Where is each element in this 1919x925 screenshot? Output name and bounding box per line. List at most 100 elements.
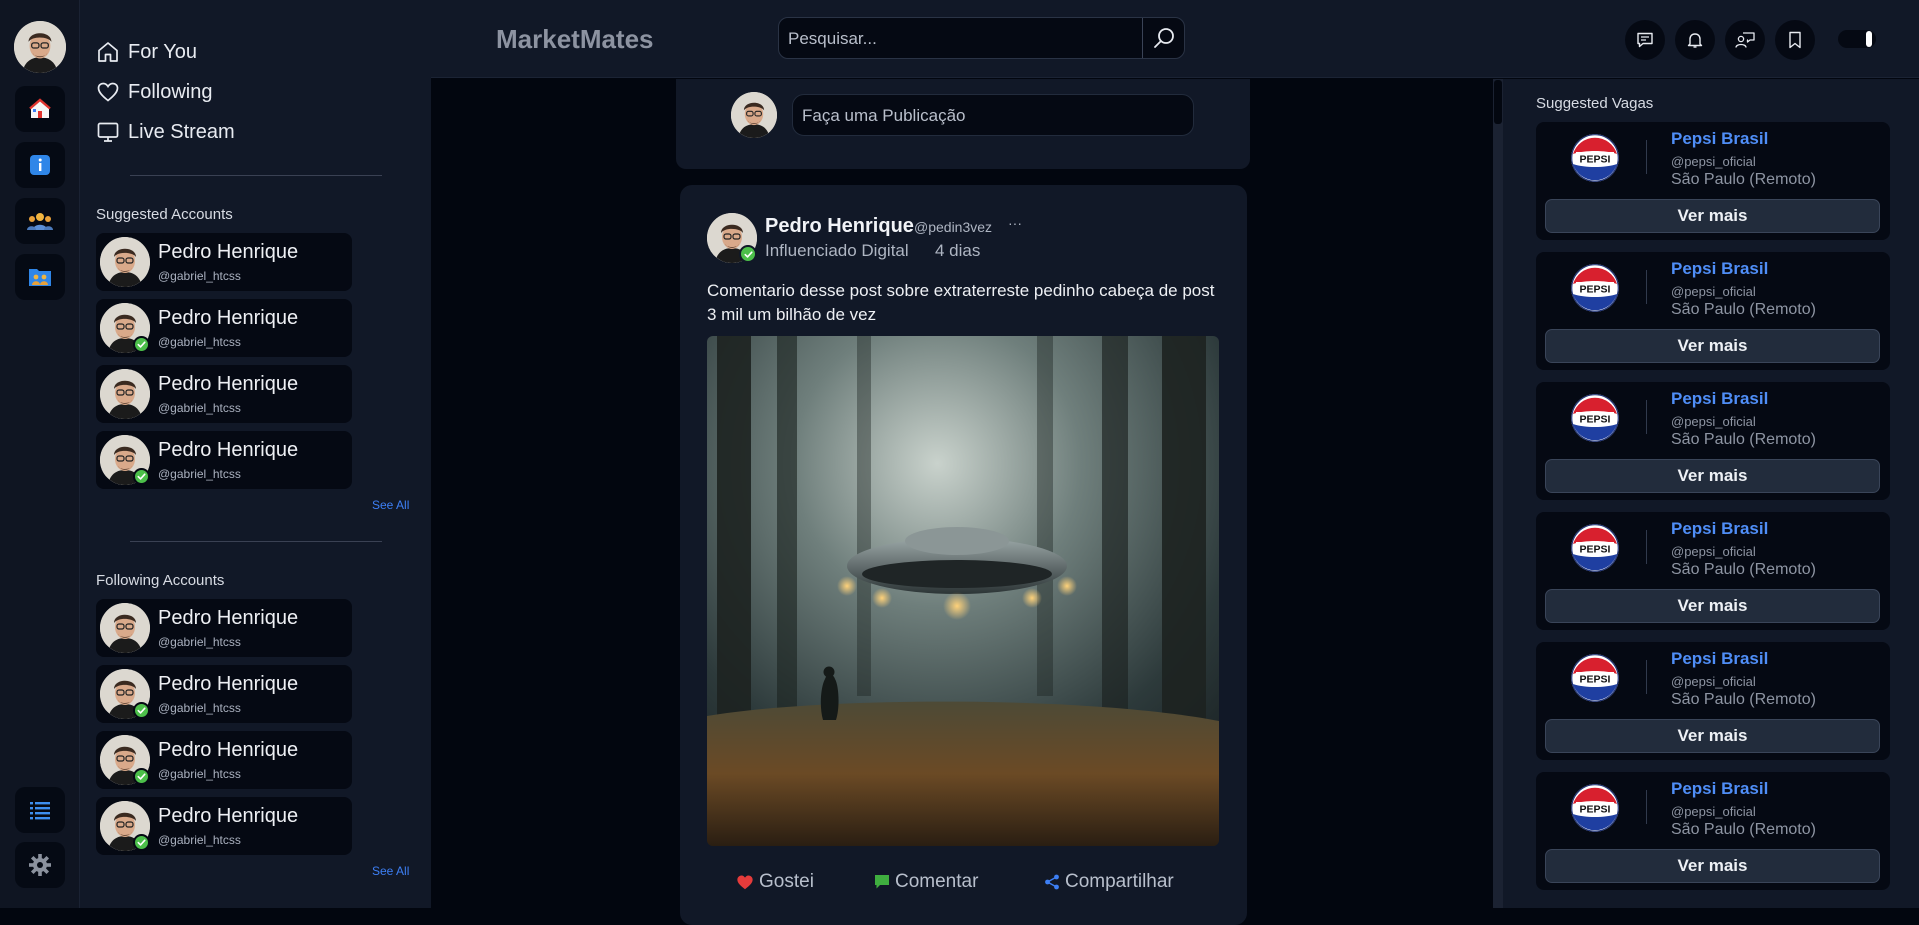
compose-placeholder: Faça uma Publicação <box>802 106 966 125</box>
search-bar[interactable]: Pesquisar... <box>778 17 1185 59</box>
account-name: Pedro Henrique <box>158 439 299 461</box>
company-name[interactable]: Pepsi Brasil <box>1671 389 1768 409</box>
account-handle: @gabriel_htcss <box>158 635 241 649</box>
following-account-card[interactable]: Pedro Henrique @gabriel_htcss <box>96 599 352 657</box>
settings-icon <box>29 854 51 876</box>
company-handle: @pepsi_oficial <box>1671 284 1756 299</box>
comment-icon <box>875 875 889 889</box>
ver-mais-button[interactable]: Ver mais <box>1545 719 1880 753</box>
feed-scrollbar-thumb[interactable] <box>1494 80 1502 124</box>
right-sidebar: Suggested Vagas Pepsi Brasil @pepsi_ofic… <box>1503 79 1919 908</box>
suggested-account-card[interactable]: Pedro Henrique @gabriel_htcss <box>96 431 352 489</box>
suggested-account-card[interactable]: Pedro Henrique @gabriel_htcss <box>96 365 352 423</box>
following-see-all-link[interactable]: See All <box>372 864 409 878</box>
ver-mais-button[interactable]: Ver mais <box>1545 849 1880 883</box>
company-handle: @pepsi_oficial <box>1671 544 1756 559</box>
search-icon <box>1153 28 1174 48</box>
divider <box>1646 530 1647 564</box>
ver-mais-button[interactable]: Ver mais <box>1545 459 1880 493</box>
job-location: São Paulo (Remoto) <box>1671 821 1816 838</box>
post-image[interactable] <box>707 336 1219 846</box>
monitor-icon <box>97 122 119 142</box>
info-icon <box>30 155 50 175</box>
verified-check-icon <box>133 834 150 851</box>
share-button[interactable]: Compartilhar <box>1044 871 1174 893</box>
folder-people-icon <box>29 269 51 286</box>
following-account-card[interactable]: Pedro Henrique @gabriel_htcss <box>96 731 352 789</box>
home-icon <box>29 98 51 118</box>
bookmarks-button[interactable] <box>1775 20 1815 60</box>
suggested-account-card[interactable]: Pedro Henrique @gabriel_htcss <box>96 299 352 357</box>
company-name[interactable]: Pepsi Brasil <box>1671 259 1768 279</box>
account-name: Pedro Henrique <box>158 607 299 629</box>
job-card[interactable]: Pepsi Brasil @pepsi_oficial São Paulo (R… <box>1536 382 1890 500</box>
groups-rail-button[interactable] <box>15 198 65 244</box>
folder-rail-button[interactable] <box>15 254 65 300</box>
suggested-see-all-link[interactable]: See All <box>372 498 409 512</box>
theme-toggle[interactable] <box>1838 30 1876 48</box>
verified-check-icon <box>739 245 757 263</box>
notifications-button[interactable] <box>1675 20 1715 60</box>
settings-rail-button[interactable] <box>15 842 65 888</box>
company-name[interactable]: Pepsi Brasil <box>1671 129 1768 149</box>
users-chat-icon <box>1735 32 1755 48</box>
nav-live-stream[interactable]: Live Stream <box>96 120 235 144</box>
profile-avatar[interactable] <box>14 21 66 73</box>
feed-scrollbar[interactable] <box>1493 79 1503 908</box>
like-label: Gostei <box>759 871 814 892</box>
info-rail-button[interactable] <box>15 142 65 188</box>
home-icon <box>98 42 118 62</box>
post-composer: Faça uma Publicação <box>676 79 1250 169</box>
divider <box>1646 400 1647 434</box>
search-input[interactable]: Pesquisar... <box>788 29 877 49</box>
nav-for-you[interactable]: For You <box>96 40 197 64</box>
contacts-button[interactable] <box>1725 20 1765 60</box>
job-card[interactable]: Pepsi Brasil @pepsi_oficial São Paulo (R… <box>1536 642 1890 760</box>
list-rail-button[interactable] <box>15 787 65 833</box>
ver-mais-button[interactable]: Ver mais <box>1545 329 1880 363</box>
chat-icon <box>1637 32 1653 48</box>
account-handle: @gabriel_htcss <box>158 335 241 349</box>
pepsi-logo-icon <box>1571 394 1619 442</box>
suggested-accounts-title: Suggested Accounts <box>96 206 233 223</box>
job-card[interactable]: Pepsi Brasil @pepsi_oficial São Paulo (R… <box>1536 252 1890 370</box>
author-name[interactable]: Pedro Henrique <box>765 215 914 238</box>
like-button[interactable]: Gostei <box>736 871 814 893</box>
company-name[interactable]: Pepsi Brasil <box>1671 779 1768 799</box>
company-name[interactable]: Pepsi Brasil <box>1671 649 1768 669</box>
search-button[interactable] <box>1142 18 1184 58</box>
comment-button[interactable]: Comentar <box>874 871 978 893</box>
job-card[interactable]: Pepsi Brasil @pepsi_oficial São Paulo (R… <box>1536 122 1890 240</box>
heart-icon <box>737 875 753 890</box>
account-name: Pedro Henrique <box>158 739 299 761</box>
nav-following[interactable]: Following <box>96 80 212 104</box>
home-rail-button[interactable] <box>15 86 65 132</box>
author-handle[interactable]: @pedin3vez <box>914 219 992 235</box>
following-account-card[interactable]: Pedro Henrique @gabriel_htcss <box>96 797 352 855</box>
compose-input[interactable]: Faça uma Publicação <box>792 94 1194 136</box>
ver-mais-button[interactable]: Ver mais <box>1545 589 1880 623</box>
following-account-card[interactable]: Pedro Henrique @gabriel_htcss <box>96 665 352 723</box>
suggested-account-card[interactable]: Pedro Henrique @gabriel_htcss <box>96 233 352 291</box>
company-name[interactable]: Pepsi Brasil <box>1671 519 1768 539</box>
divider <box>130 541 382 542</box>
avatar <box>100 369 150 419</box>
groups-icon <box>27 213 53 230</box>
job-card[interactable]: Pepsi Brasil @pepsi_oficial São Paulo (R… <box>1536 772 1890 890</box>
more-options-icon[interactable]: ··· <box>1008 215 1022 231</box>
app-logo[interactable]: MarketMates <box>496 24 654 55</box>
job-location: São Paulo (Remoto) <box>1671 301 1816 318</box>
account-name: Pedro Henrique <box>158 673 299 695</box>
share-icon <box>1045 874 1059 890</box>
ver-mais-button[interactable]: Ver mais <box>1545 199 1880 233</box>
account-handle: @gabriel_htcss <box>158 833 241 847</box>
job-card[interactable]: Pepsi Brasil @pepsi_oficial São Paulo (R… <box>1536 512 1890 630</box>
verified-check-icon <box>133 336 150 353</box>
divider <box>130 175 382 176</box>
messages-button[interactable] <box>1625 20 1665 60</box>
comment-label: Comentar <box>895 871 979 892</box>
company-handle: @pepsi_oficial <box>1671 804 1756 819</box>
job-location: São Paulo (Remoto) <box>1671 691 1816 708</box>
account-handle: @gabriel_htcss <box>158 401 241 415</box>
account-handle: @gabriel_htcss <box>158 701 241 715</box>
